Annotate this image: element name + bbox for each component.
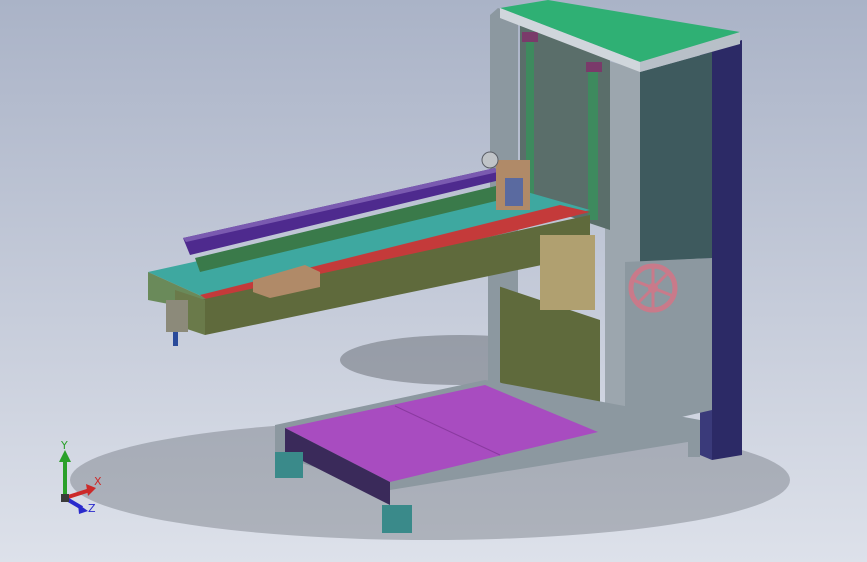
column-lower-side (625, 258, 712, 430)
triad-z-arrow-icon (78, 504, 88, 514)
carriage-pulley (481, 151, 499, 169)
cad-model-scene[interactable] (0, 0, 867, 562)
orientation-triad: Y X Z (59, 440, 102, 515)
foot-front-right[interactable] (382, 505, 412, 533)
guide-cap-right (586, 62, 602, 72)
lift-mechanism[interactable] (540, 235, 595, 310)
end-effector[interactable] (166, 300, 188, 332)
column-side-panel[interactable] (640, 52, 712, 262)
rear-post[interactable] (712, 40, 742, 460)
triad-z-label: Z (88, 502, 96, 515)
cad-viewport[interactable]: Y X Z (0, 0, 867, 562)
triad-origin (61, 494, 69, 502)
end-effector-probe (173, 332, 178, 346)
carriage-motor[interactable] (505, 178, 523, 206)
vertical-guide-right (588, 70, 598, 220)
foot-rear-right[interactable] (688, 435, 700, 457)
guide-cap-left (522, 32, 538, 42)
foot-front-left[interactable] (275, 452, 303, 478)
triad-x-label: X (94, 475, 102, 488)
triad-y-label: Y (60, 440, 68, 452)
